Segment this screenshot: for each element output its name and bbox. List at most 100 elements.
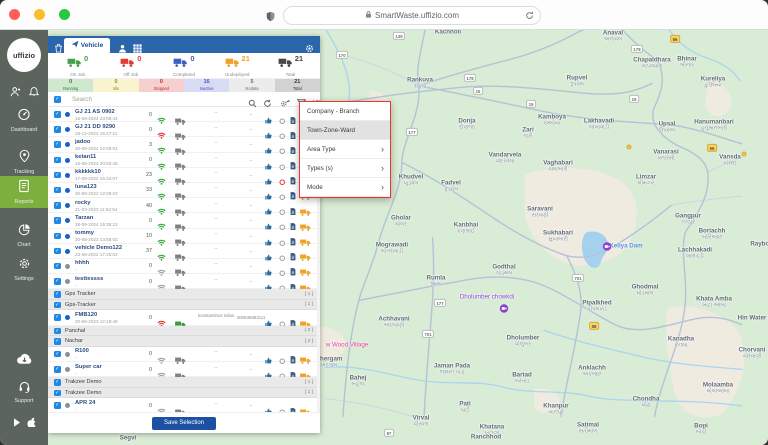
vehicle-datetime: 21-03-2023 11:52:54 xyxy=(75,207,117,212)
checkbox-icon[interactable]: ✓ xyxy=(54,126,61,133)
vehicle-row[interactable]: ✓ jadoo 30-09-2024 22:09:04 3 -- -- xyxy=(48,137,320,152)
dropdown-item-company-branch[interactable]: Company - Branch xyxy=(300,102,390,121)
tab-vehicle[interactable]: Vehicle xyxy=(64,38,110,54)
checkbox-icon[interactable]: ✓ xyxy=(54,302,61,309)
vehicle-row[interactable]: ✓ luna123 30-08-2022 12:08:22 33 -- -- xyxy=(48,183,320,198)
checkbox-icon[interactable]: ✓ xyxy=(54,366,61,373)
checkbox-icon[interactable]: ✓ xyxy=(54,111,61,118)
checkbox-icon[interactable]: ✓ xyxy=(54,172,61,179)
minimize-window-button[interactable] xyxy=(34,9,45,20)
sidebar-item-chart[interactable]: Chart xyxy=(0,220,48,251)
status-dot xyxy=(65,173,70,178)
vehicle-row[interactable]: ✓ GJ 21 AS 0902 16-08-2024 23:09:44 0 --… xyxy=(48,107,320,122)
vehicle-row[interactable]: ✓ vehicle Demo122 23-08-2022 17:25:02 37… xyxy=(48,244,320,259)
camera-icon[interactable] xyxy=(500,300,509,318)
checkbox-icon[interactable]: ✓ xyxy=(54,263,61,270)
sidebar-item-reports[interactable]: Reports xyxy=(0,176,48,208)
cloud-download-button[interactable] xyxy=(0,352,48,370)
shield-icon[interactable] xyxy=(266,9,275,27)
checkbox-icon[interactable]: ✓ xyxy=(54,217,61,224)
vehicle-row[interactable]: ✓ kkkkkk10 17-08-2022 15:34:07 23 -- -- xyxy=(48,168,320,183)
vehicle-row[interactable]: ✓ R100 - 0 -- -- xyxy=(48,347,320,362)
map-label: Kanbhaiકણભાઈ xyxy=(454,221,478,234)
checkbox-icon[interactable]: ✓ xyxy=(54,379,61,386)
add-user-icon[interactable] xyxy=(10,84,21,102)
apple-icon[interactable] xyxy=(27,414,36,432)
driver-cell: -- xyxy=(196,277,236,283)
vehicle-row[interactable]: ✓ Super car - 0 -- -- xyxy=(48,362,320,377)
status-ring-icon[interactable] xyxy=(279,403,286,412)
search-input[interactable] xyxy=(70,95,180,104)
group-row[interactable]: ✓ Trakzee Demo [ 1 ] xyxy=(48,377,320,388)
map-label: Limzarલીમઝર xyxy=(636,173,656,186)
yellow-dot[interactable] xyxy=(627,145,632,150)
driver-cell: -- xyxy=(196,155,236,161)
save-selection-button[interactable]: Save Selection xyxy=(152,417,216,430)
sidebar-item-tracking[interactable]: Tracking xyxy=(0,146,48,178)
checkbox-icon[interactable]: ✓ xyxy=(54,314,61,321)
vehicle-row[interactable]: ✓ ketan11 16-08-2024 20:55:45 0 -- -- xyxy=(48,153,320,168)
group-row[interactable]: ✓ Trakzee Demo [ 1 ] xyxy=(48,388,320,399)
vehicle-row[interactable]: ✓ APR 24 - 0 -- -- xyxy=(48,398,320,412)
close-window-button[interactable] xyxy=(9,9,20,20)
yellow-dot[interactable] xyxy=(742,152,747,157)
group-row[interactable]: ✓ Gps Tracker [ 1 ] xyxy=(48,289,320,300)
route-shield: 701 xyxy=(422,330,434,338)
checkbox-icon[interactable]: ✓ xyxy=(54,402,61,409)
map-label: Ghodmalઘોડમાલ xyxy=(632,283,659,296)
playstore-icon[interactable] xyxy=(13,414,21,432)
vehicle-count: 0 xyxy=(138,157,152,163)
dropdown-item-area-type[interactable]: Area Type› xyxy=(300,140,390,159)
document-icon[interactable] xyxy=(290,402,296,412)
zoom-window-button[interactable] xyxy=(59,9,70,20)
vehicle-count: 0 xyxy=(138,279,152,285)
status-dot xyxy=(65,158,70,163)
dropdown-item-mode[interactable]: Mode› xyxy=(300,178,390,197)
checkbox-icon[interactable]: ✓ xyxy=(54,233,61,240)
checkbox-icon[interactable]: ✓ xyxy=(54,338,61,345)
checkbox-icon[interactable]: ✓ xyxy=(54,291,61,298)
vehicle-row[interactable]: ✓ hhhh - 0 -- -- xyxy=(48,259,320,274)
sidebar-item-dashboard[interactable]: Dashboard xyxy=(0,104,48,136)
signal-wifi-icon xyxy=(157,402,166,412)
sidebar-item-settings[interactable]: Settings xyxy=(0,254,48,285)
checkbox-icon[interactable]: ✓ xyxy=(54,141,61,148)
thumbs-up-icon[interactable] xyxy=(265,402,272,412)
dropdown-item-town-zone-ward[interactable]: Town-Zone-Ward xyxy=(300,121,390,140)
group-row[interactable]: ✓ Nachar [ 2 ] xyxy=(48,336,320,347)
group-row[interactable]: ✓ Gps-Tracker [ 1 ] xyxy=(48,300,320,311)
lock-icon xyxy=(365,10,372,21)
checkbox-icon[interactable]: ✓ xyxy=(54,202,61,209)
checkbox-icon[interactable]: ✓ xyxy=(54,278,61,285)
vehicle-name: vehicle Demo122 xyxy=(75,245,122,251)
group-row[interactable]: ✓ Panchal [ 2 ] xyxy=(48,326,320,337)
map-label: Achhavaniઅછવાણી xyxy=(378,315,409,328)
vehicle-row[interactable]: ✓ Tarzan 28-06-2024 15:35:22 0 -- -- xyxy=(48,213,320,228)
vehicle-row[interactable]: ✓ GJ 21 DD 9290 18-12-2024 15:47:11 0 --… xyxy=(48,122,320,137)
checkbox-icon[interactable]: ✓ xyxy=(54,157,61,164)
checkbox-icon[interactable]: ✓ xyxy=(54,351,61,358)
notifications-bell-icon[interactable] xyxy=(29,84,39,102)
vehicle-row[interactable]: ✓ rocky 21-03-2023 11:52:54 40 -- -- xyxy=(48,198,320,213)
camera-icon[interactable] xyxy=(603,238,612,256)
app-logo[interactable]: uffizio xyxy=(7,38,41,72)
address-bar[interactable]: SmartWaste.uffizio.com xyxy=(283,6,541,25)
select-all-checkbox[interactable]: ✓ xyxy=(54,96,61,103)
vehicle-row[interactable]: ✓ tommy 30-08-2022 13:58:02 10 -- -- xyxy=(48,229,320,244)
driver-cell: konstantinos tolias xyxy=(196,313,236,319)
reload-icon[interactable] xyxy=(525,11,534,22)
checkbox-icon[interactable]: ✓ xyxy=(54,390,61,397)
vehicle-row[interactable]: ✓ testtessss - 0 -- -- xyxy=(48,274,320,289)
map-label: Khata Ambaખાટા આંબા xyxy=(696,295,732,308)
checkbox-icon[interactable]: ✓ xyxy=(54,328,61,335)
status-dot xyxy=(65,127,70,132)
dropdown-item-types-s-[interactable]: Types (s)› xyxy=(300,159,390,178)
map-label: Vandarvelaવાંદરવેલા xyxy=(489,151,522,164)
vehicle-count: 10 xyxy=(138,233,152,239)
deploy-truck-icon[interactable] xyxy=(300,403,311,412)
checkbox-icon[interactable]: ✓ xyxy=(54,187,61,194)
checkbox-icon[interactable]: ✓ xyxy=(54,248,61,255)
sidebar-item-support[interactable]: Support xyxy=(0,380,48,404)
vehicle-row[interactable]: ✓ FMB120 20-06-2023 12:19:46 0 konstanti… xyxy=(48,310,320,325)
phone-cell: -- xyxy=(236,403,266,408)
